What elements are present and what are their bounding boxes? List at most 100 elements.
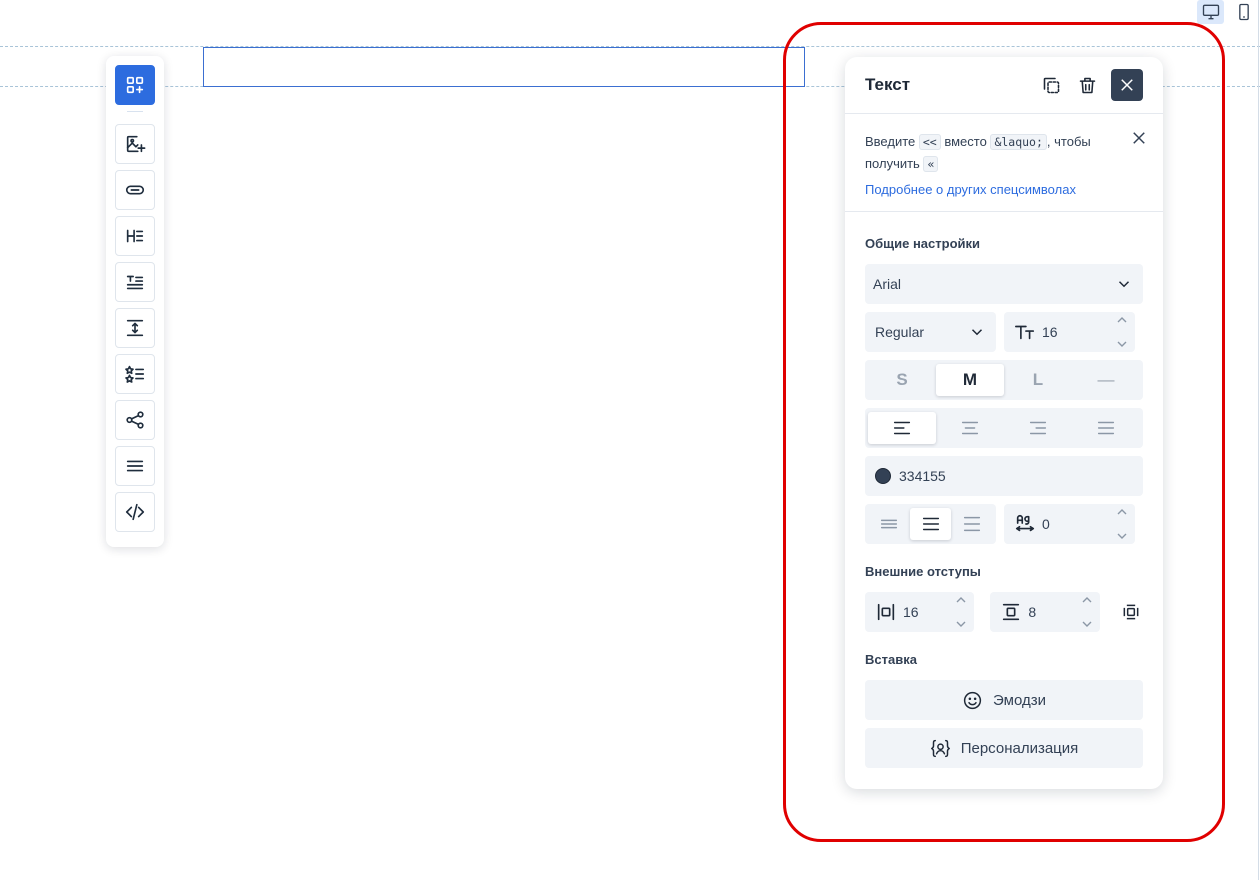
heading-block-button[interactable]	[115, 216, 155, 256]
notice-code: «	[923, 156, 939, 172]
align-right-icon	[1029, 421, 1047, 435]
section-title: Вставка	[865, 652, 917, 667]
code-icon	[125, 503, 145, 521]
mobile-view-button[interactable]	[1230, 0, 1257, 24]
close-icon	[1121, 79, 1133, 91]
user-braces-icon	[930, 739, 950, 757]
line-height-small-button[interactable]	[868, 508, 910, 540]
phone-icon	[1238, 3, 1249, 21]
font-size-value: 16	[1042, 324, 1058, 340]
section-title: Внешние отступы	[865, 564, 981, 579]
size-preset-none[interactable]: —	[1072, 364, 1140, 396]
notice-text: Введите << вместо &laquo;, чтобы получит…	[865, 131, 1115, 175]
insert-emoji-label: Эмодзи	[993, 691, 1046, 709]
chevron-up-icon	[1082, 597, 1092, 603]
duplicate-button[interactable]	[1035, 69, 1067, 101]
individual-margins-button[interactable]	[1120, 600, 1143, 624]
menu-block-button[interactable]	[115, 446, 155, 486]
letter-spacing-input[interactable]: 0	[1004, 504, 1135, 544]
text-block-button[interactable]	[115, 262, 155, 302]
horizontal-margin-input[interactable]: 16	[865, 592, 975, 632]
chevron-down-icon	[971, 329, 983, 336]
image-block-button[interactable]	[115, 124, 155, 164]
general-settings-section: Общие настройки Arial Regular 16 S M L —…	[845, 236, 1163, 544]
font-size-input[interactable]: 16	[1004, 312, 1135, 352]
star-list-icon	[125, 365, 145, 383]
duplicate-icon	[1043, 77, 1059, 93]
text-color-value: 334155	[899, 468, 946, 484]
share-icon	[126, 411, 144, 429]
blocks-toolbar	[106, 56, 164, 547]
insert-personalization-label: Персонализация	[960, 739, 1079, 757]
image-plus-icon	[126, 135, 146, 153]
text-align-segment	[865, 408, 1143, 448]
font-size-icon	[1015, 325, 1035, 340]
font-weight-value: Regular	[875, 324, 925, 340]
chevron-up-icon	[1117, 317, 1127, 323]
grid-plus-icon	[126, 76, 144, 94]
close-panel-button[interactable]	[1111, 69, 1143, 101]
add-block-button[interactable]	[115, 65, 155, 105]
insert-emoji-button[interactable]: Эмодзи	[865, 680, 1143, 720]
horizontal-margin-stepper[interactable]	[956, 596, 966, 628]
notice-code: <<	[918, 134, 941, 150]
special-chars-notice: Введите << вместо &laquo;, чтобы получит…	[845, 114, 1163, 212]
all-sides-margin-icon	[1123, 604, 1139, 620]
spacer-block-button[interactable]	[115, 308, 155, 348]
social-block-button[interactable]	[115, 400, 155, 440]
margins-section: Внешние отступы 16 8	[845, 564, 1163, 632]
text-color-input[interactable]: 334155	[865, 456, 1143, 496]
line-height-small-icon	[880, 519, 897, 529]
toolbar-divider	[127, 111, 143, 112]
html-block-button[interactable]	[115, 492, 155, 532]
size-preset-m[interactable]: M	[936, 364, 1004, 396]
insert-personalization-button[interactable]: Персонализация	[865, 728, 1143, 768]
size-preset-s[interactable]: S	[868, 364, 936, 396]
align-left-button[interactable]	[868, 412, 936, 444]
align-center-icon	[961, 421, 979, 435]
color-swatch[interactable]	[875, 468, 891, 484]
line-height-large-icon	[964, 516, 981, 532]
align-center-button[interactable]	[936, 412, 1004, 444]
chevron-down-icon	[956, 621, 966, 627]
text-icon	[126, 275, 144, 290]
panel-title: Текст	[865, 75, 911, 94]
font-family-select[interactable]: Arial	[865, 264, 1143, 304]
heading-icon	[126, 229, 144, 243]
vertical-margin-input[interactable]: 8	[990, 592, 1100, 632]
vertical-margin-stepper[interactable]	[1082, 596, 1092, 628]
monitor-icon	[1202, 4, 1219, 20]
dismiss-notice-button[interactable]	[1129, 128, 1149, 148]
device-switch	[1197, 0, 1257, 24]
desktop-view-button[interactable]	[1197, 0, 1224, 24]
line-height-large-button[interactable]	[951, 508, 993, 540]
chevron-up-icon	[956, 597, 966, 603]
insert-section: Вставка Эмодзи Персонализация	[845, 652, 1163, 768]
list-block-button[interactable]	[115, 354, 155, 394]
selected-text-block[interactable]	[203, 47, 805, 87]
trash-icon	[1079, 77, 1095, 93]
letter-spacing-stepper[interactable]	[1117, 508, 1127, 540]
vertical-margin-value: 8	[1028, 604, 1037, 620]
font-weight-select[interactable]: Regular	[865, 312, 996, 352]
vertical-spacing-icon	[126, 319, 144, 337]
line-height-medium-button[interactable]	[909, 508, 952, 540]
size-preset-l[interactable]: L	[1004, 364, 1072, 396]
align-justify-button[interactable]	[1072, 412, 1140, 444]
section-title: Общие настройки	[865, 236, 980, 251]
pill-icon	[125, 185, 145, 195]
align-left-icon	[893, 421, 911, 435]
text-settings-panel: Текст Введите << вместо &laquo;, чтобы п…	[845, 57, 1163, 789]
smile-icon	[963, 691, 982, 709]
notice-text-part: вместо	[940, 134, 991, 149]
special-chars-link[interactable]: Подробнее о других спецсимволах	[865, 179, 1143, 200]
horizontal-margin-value: 16	[903, 604, 919, 620]
button-block-button[interactable]	[115, 170, 155, 210]
align-right-button[interactable]	[1004, 412, 1072, 444]
letter-spacing-icon	[1015, 514, 1035, 532]
vertical-margin-icon	[1003, 603, 1020, 621]
horizontal-margin-icon	[877, 603, 895, 621]
panel-header: Текст	[845, 57, 1163, 114]
font-size-stepper[interactable]	[1117, 316, 1127, 348]
delete-button[interactable]	[1071, 69, 1103, 101]
